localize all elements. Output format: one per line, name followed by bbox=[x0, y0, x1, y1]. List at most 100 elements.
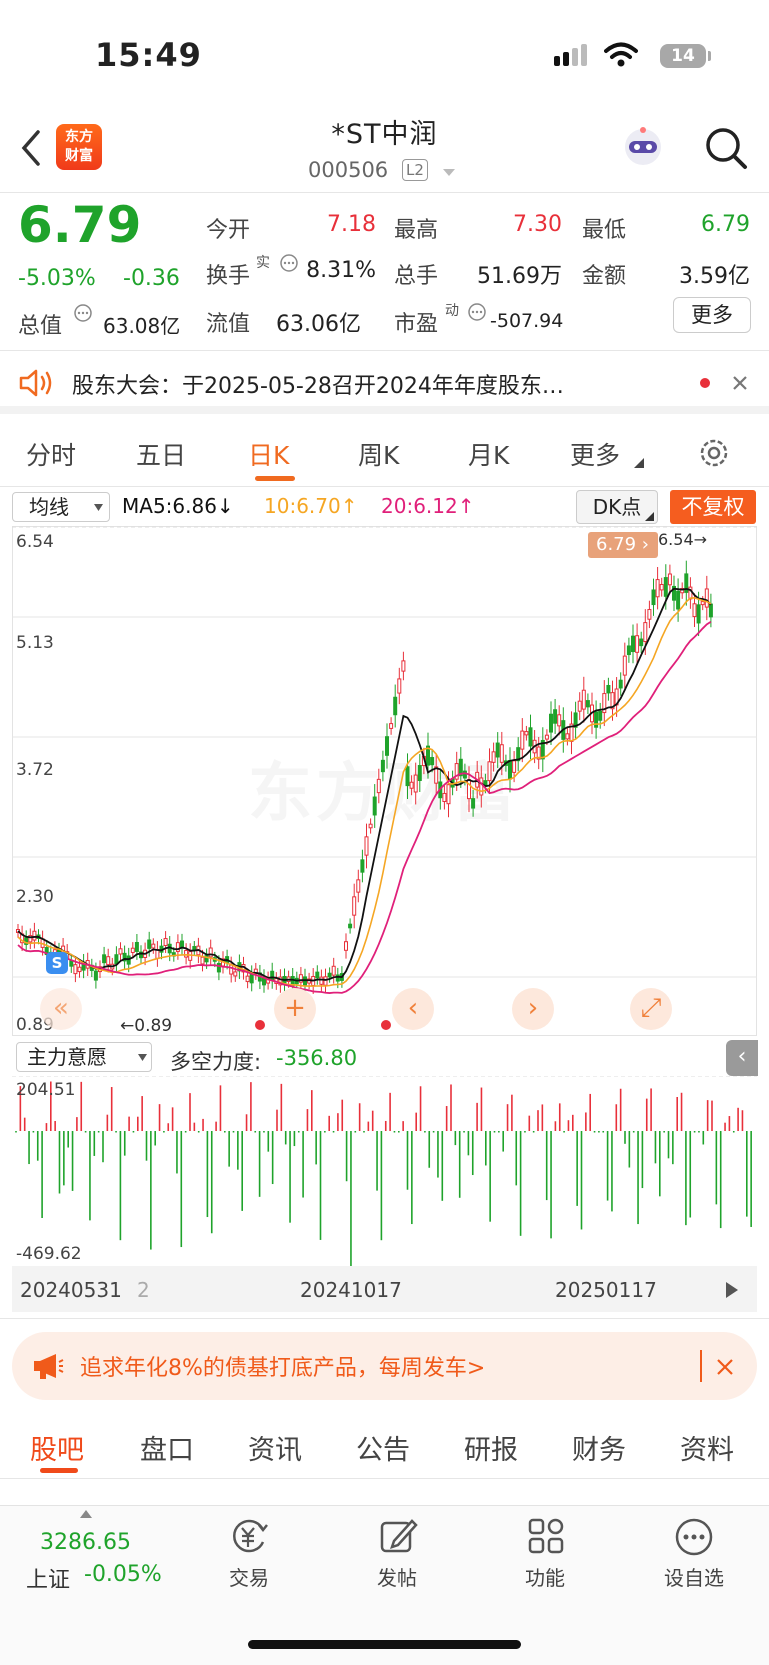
candle-body bbox=[618, 679, 623, 689]
candle-body bbox=[700, 601, 705, 606]
scroll-left-button[interactable]: ‹ bbox=[392, 988, 434, 1030]
candle-body bbox=[667, 573, 672, 586]
level-badge: L2 bbox=[402, 159, 428, 181]
nav-post[interactable]: 发帖 bbox=[352, 1562, 442, 1591]
tab-five-day[interactable]: 五日 bbox=[136, 436, 186, 472]
close-icon[interactable] bbox=[732, 375, 748, 391]
subtab-announcements[interactable]: 公告 bbox=[356, 1428, 410, 1467]
candle-body bbox=[147, 939, 152, 949]
price-axis-label: 5.13 bbox=[16, 633, 54, 653]
status-time: 15:49 bbox=[95, 36, 202, 74]
stock-code: 000506 bbox=[308, 158, 389, 182]
ad-text[interactable]: 追求年化8%的债基打底产品，每周发车> bbox=[80, 1350, 485, 1382]
tab-more[interactable]: 更多 bbox=[570, 436, 620, 472]
candle-body bbox=[208, 947, 213, 958]
fullscreen-button[interactable]: ⤢ bbox=[630, 988, 672, 1030]
event-marker[interactable] bbox=[381, 1020, 391, 1030]
subtab-profile[interactable]: 资料 bbox=[680, 1428, 734, 1467]
candle-body bbox=[319, 976, 324, 985]
candle-body bbox=[442, 792, 447, 802]
info-icon[interactable] bbox=[467, 302, 487, 322]
zoom-out-button[interactable]: « bbox=[40, 988, 82, 1030]
info-icon[interactable] bbox=[73, 303, 93, 323]
notice-text[interactable]: 股东大会：于2025-05-28召开2024年年度股东… bbox=[72, 368, 564, 400]
candle-body bbox=[134, 941, 139, 952]
index-name: 上证 bbox=[26, 1568, 71, 1593]
indicator-chart[interactable] bbox=[12, 1076, 757, 1266]
info-icon[interactable] bbox=[279, 253, 299, 273]
tab-monthly-k[interactable]: 月K bbox=[468, 436, 509, 472]
search-icon[interactable] bbox=[704, 126, 748, 170]
subtab-news[interactable]: 资讯 bbox=[248, 1428, 302, 1467]
low-label: 最低 bbox=[582, 218, 627, 243]
subtab-forum[interactable]: 股吧 bbox=[30, 1428, 84, 1467]
candle-body bbox=[606, 684, 611, 694]
tab-weekly-k[interactable]: 周K bbox=[358, 436, 399, 472]
more-dots-icon[interactable] bbox=[674, 1517, 714, 1557]
candle-body bbox=[229, 964, 234, 975]
play-icon[interactable] bbox=[724, 1280, 740, 1300]
sell-signal-badge[interactable]: S bbox=[46, 952, 68, 974]
candle-body bbox=[184, 949, 189, 958]
grid-apps-icon[interactable] bbox=[527, 1517, 565, 1555]
candle-body bbox=[581, 689, 586, 710]
collapse-panel-button[interactable]: ‹ bbox=[726, 1040, 758, 1076]
kline-chart[interactable] bbox=[12, 526, 757, 1036]
open-value: 7.18 bbox=[327, 212, 376, 237]
ma5-line bbox=[17, 587, 712, 982]
candle-body bbox=[249, 973, 254, 984]
event-marker[interactable] bbox=[255, 1020, 265, 1030]
scroll-right-button[interactable]: › bbox=[512, 988, 554, 1030]
candle-body bbox=[417, 765, 422, 781]
crosshair-button[interactable]: + bbox=[274, 988, 316, 1030]
amount-value: 3.59亿 bbox=[679, 264, 750, 289]
candle-body bbox=[393, 696, 398, 716]
candle-body bbox=[647, 609, 652, 620]
candle-body bbox=[565, 733, 570, 740]
index-value[interactable]: 3286.65 bbox=[40, 1530, 131, 1555]
candle-body bbox=[385, 736, 389, 756]
nav-trade[interactable]: 交易 bbox=[204, 1562, 294, 1591]
candle-body bbox=[696, 604, 701, 624]
candle-body bbox=[512, 760, 517, 773]
date-label: 20250117 bbox=[555, 1278, 657, 1302]
candle-body bbox=[462, 770, 467, 779]
candle-body bbox=[397, 678, 402, 694]
tab-intraday[interactable]: 分时 bbox=[26, 436, 76, 472]
subtab-research[interactable]: 研报 bbox=[464, 1428, 518, 1467]
pe-sup: 动 bbox=[445, 303, 459, 319]
indicator-select[interactable]: 主力意愿 bbox=[16, 1042, 152, 1072]
edit-icon[interactable] bbox=[378, 1517, 418, 1555]
candle-body bbox=[163, 938, 168, 946]
close-icon[interactable] bbox=[716, 1358, 734, 1376]
price-axis-label: 2.30 bbox=[16, 887, 54, 907]
candle-body bbox=[585, 700, 590, 708]
tab-active-indicator bbox=[255, 476, 295, 481]
subtab-finance[interactable]: 财务 bbox=[572, 1428, 626, 1467]
candle-body bbox=[348, 923, 353, 929]
candle-body bbox=[544, 734, 549, 740]
more-button[interactable]: 更多 bbox=[673, 297, 751, 333]
float-label: 流值 bbox=[206, 312, 251, 337]
section-gap bbox=[0, 406, 769, 414]
subtab-orderbook[interactable]: 盘口 bbox=[140, 1428, 194, 1467]
unread-dot bbox=[700, 378, 710, 388]
candle-body bbox=[216, 962, 221, 973]
candle-body bbox=[356, 879, 361, 893]
market-cap-label: 总值 bbox=[18, 314, 63, 339]
robot-assistant-icon[interactable] bbox=[620, 125, 666, 171]
candle-body bbox=[130, 947, 135, 953]
dropdown-icon[interactable] bbox=[442, 168, 456, 178]
divider bbox=[0, 486, 769, 487]
nav-functions[interactable]: 功能 bbox=[500, 1562, 590, 1591]
notice-body: 于2025-05-28召开2024年年度股东… bbox=[182, 374, 564, 399]
adjustment-button[interactable]: 不复权 bbox=[670, 490, 756, 524]
candle-body bbox=[180, 940, 184, 948]
tab-daily-k[interactable]: 日K bbox=[248, 436, 289, 472]
yuan-exchange-icon[interactable] bbox=[229, 1517, 269, 1555]
candle-body bbox=[102, 954, 107, 964]
candle-body bbox=[364, 836, 369, 856]
candle-body bbox=[663, 577, 668, 597]
gear-icon[interactable] bbox=[697, 436, 731, 470]
nav-add-favorite[interactable]: 设自选 bbox=[649, 1562, 739, 1591]
